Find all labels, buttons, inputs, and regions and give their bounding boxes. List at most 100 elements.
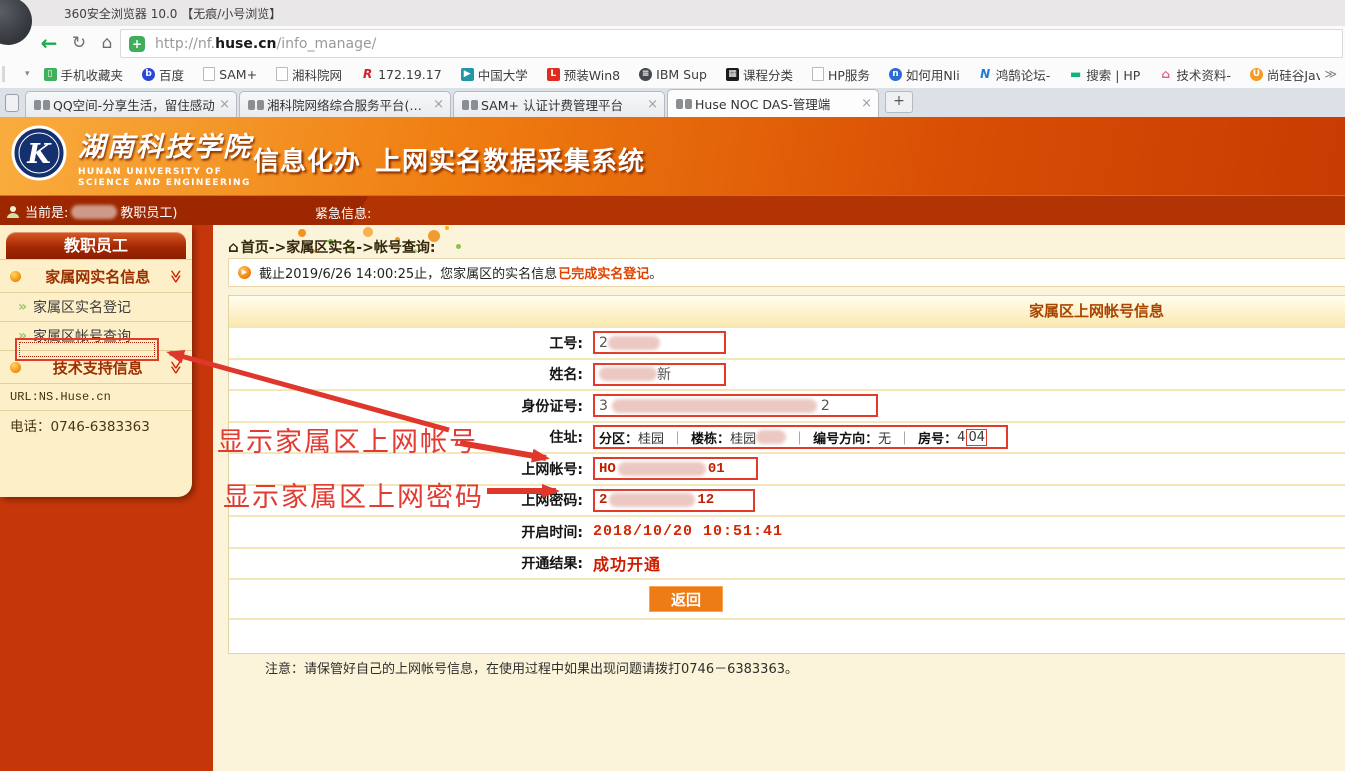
address-value: 4 bbox=[957, 430, 965, 445]
id-number-box: 32 bbox=[593, 394, 878, 417]
school-en-line1: HUNAN UNIVERSITY OF bbox=[78, 167, 252, 178]
sidebar-item-realname-register[interactable]: » 家属区实名登记 bbox=[0, 292, 192, 321]
value-visible: 2 bbox=[821, 398, 830, 414]
chevron-down-icon: ≫ bbox=[165, 269, 185, 283]
browser-tab[interactable]: SAM+ 认证计费管理平台 × bbox=[453, 91, 665, 117]
value-visible: 新 bbox=[657, 364, 671, 384]
bookmark-item[interactable]: R172.19.17 bbox=[361, 67, 442, 82]
address-key: 分区： bbox=[599, 428, 638, 447]
bookmarks-bar: ▾ ▯手机收藏夹 b 百度 SAM+ 湘科院网 R172.19.17 ▶中国大学 L预装Win… bbox=[0, 60, 1345, 89]
redacted-username bbox=[71, 205, 117, 219]
button-row: 返回 bbox=[229, 578, 1345, 618]
table-row-internet-account: 上网帐号: HO01 bbox=[229, 452, 1345, 484]
flag-icon: ▶ bbox=[461, 68, 474, 81]
browser-toolbar: ← ↻ ⌂ + http://nf.huse.cn/info_manage/ bbox=[0, 26, 1345, 60]
svg-text:K: K bbox=[26, 139, 52, 170]
bookmark-label: 百度 bbox=[159, 65, 184, 84]
bookmark-item[interactable]: n如何用Nli bbox=[889, 65, 960, 84]
bookmark-item[interactable]: ▯手机收藏夹 bbox=[44, 65, 124, 84]
bookmark-label: 172.19.17 bbox=[378, 67, 442, 82]
close-icon[interactable]: × bbox=[647, 97, 658, 112]
main-content: ⌂首页->家属区实名->帐号查询: ▶ 截止2019/6/26 14:00:25… bbox=[213, 225, 1345, 771]
address-key: 楼栋： bbox=[691, 428, 730, 447]
new-tab-button[interactable]: + bbox=[885, 91, 913, 113]
bullet-icon bbox=[10, 362, 21, 373]
address-bar[interactable]: + http://nf.huse.cn/info_manage/ bbox=[120, 29, 1343, 58]
bookmark-item[interactable]: b 百度 bbox=[142, 65, 184, 84]
browser-tab[interactable]: 湘科院网络综合服务平台(测试) × bbox=[239, 91, 451, 117]
house-icon: ⌂ bbox=[1159, 68, 1172, 81]
address-key: 房号： bbox=[918, 428, 957, 447]
baidu-icon: b bbox=[142, 68, 155, 81]
tab-favicon-icon bbox=[34, 100, 41, 110]
bookmark-item[interactable]: L预装Win8 bbox=[547, 65, 620, 84]
bookmark-item[interactable]: N鸿鹄论坛- bbox=[979, 65, 1051, 84]
school-name-english: HUNAN UNIVERSITY OF SCIENCE AND ENGINEER… bbox=[78, 167, 252, 189]
user-status-bar: 当前是: 教职员工) 紧急信息: bbox=[0, 195, 1345, 225]
close-icon[interactable]: × bbox=[861, 96, 872, 111]
back-icon[interactable]: ← bbox=[36, 30, 62, 56]
mobile-view-icon[interactable] bbox=[5, 94, 19, 112]
bookmark-label: 搜索 | HP bbox=[1086, 65, 1140, 84]
table-row-name: 姓名: 新 bbox=[229, 358, 1345, 390]
refresh-icon[interactable]: ↻ bbox=[66, 30, 92, 56]
url-text[interactable]: http://nf.huse.cn/info_manage/ bbox=[155, 36, 376, 52]
sidebar-background: 教职员工 家属网实名信息 ≫ » 家属区实名登记 » 家属区帐号查询 技术支持信… bbox=[0, 225, 213, 771]
bookmark-label: 鸿鹄论坛- bbox=[996, 65, 1051, 84]
bookmark-label: 湘科院网 bbox=[292, 65, 342, 84]
browser-tab[interactable]: QQ空间-分享生活，留住感动 × bbox=[25, 91, 237, 117]
home-icon[interactable]: ⌂ bbox=[94, 30, 120, 56]
table-title: 家属区上网帐号信息 bbox=[229, 296, 1345, 326]
page-icon bbox=[203, 67, 215, 81]
bookmark-item[interactable]: ≡IBM Sup bbox=[639, 67, 707, 82]
bookmark-item[interactable]: ⌂技术资料- bbox=[1159, 65, 1231, 84]
bookmark-item[interactable]: HP服务 bbox=[812, 65, 870, 84]
bookmark-item[interactable]: SAM+ bbox=[203, 67, 257, 82]
browser-tab[interactable]: Huse NOC DAS-管理端 × bbox=[667, 89, 879, 117]
form-label: 上网密码: bbox=[229, 490, 589, 510]
tab-title: 湘科院网络综合服务平台(测试) bbox=[267, 95, 429, 114]
play-bullet-icon: ▶ bbox=[238, 266, 251, 279]
internet-account-box: HO01 bbox=[593, 457, 758, 480]
bookmark-item[interactable]: ▦课程分类 bbox=[726, 65, 793, 84]
section-label: 技术支持信息 bbox=[27, 357, 168, 378]
value-visible: 2 bbox=[599, 492, 607, 508]
table-row-employee-id: 工号: 2 bbox=[229, 326, 1345, 358]
bookmark-item[interactable]: ▬搜索 | HP bbox=[1069, 65, 1140, 84]
redacted-value bbox=[609, 493, 695, 507]
tab-title: QQ空间-分享生活，留住感动 bbox=[53, 95, 215, 114]
site-safety-shield-icon[interactable]: + bbox=[129, 36, 145, 52]
bookmark-item[interactable]: ▶中国大学 bbox=[461, 65, 528, 84]
department-name: 信息化办 bbox=[253, 147, 361, 177]
close-icon[interactable]: × bbox=[219, 97, 230, 112]
arrow-right-icon: » bbox=[18, 328, 27, 344]
tab-title: Huse NOC DAS-管理端 bbox=[695, 94, 857, 113]
item-label: 家属区实名登记 bbox=[33, 297, 131, 317]
form-label: 身份证号: bbox=[229, 396, 589, 416]
room-number-box: 04 bbox=[966, 429, 987, 446]
tab-title: SAM+ 认证计费管理平台 bbox=[481, 95, 643, 114]
tab-favicon-icon bbox=[248, 100, 255, 110]
bookmarks-overflow-icon[interactable]: ≫ bbox=[1324, 67, 1337, 81]
form-label: 姓名: bbox=[229, 364, 589, 384]
bookmark-item[interactable]: U尚硅谷Jav bbox=[1250, 65, 1321, 84]
form-label: 工号: bbox=[229, 333, 589, 353]
return-button[interactable]: 返回 bbox=[649, 586, 723, 612]
bookmark-item[interactable]: 湘科院网 bbox=[276, 65, 342, 84]
tabs: QQ空间-分享生活，留住感动×湘科院网络综合服务平台(测试)×SAM+ 认证计费… bbox=[25, 89, 881, 117]
bookmarks-panel-icon[interactable] bbox=[2, 66, 25, 82]
sidebar-item-account-query[interactable]: » 家属区帐号查询 bbox=[0, 321, 192, 350]
system-name: 上网实名数据采集系统 bbox=[375, 147, 645, 177]
bookmark-label: 预装Win8 bbox=[564, 65, 620, 84]
sidebar-section-tech-support[interactable]: 技术支持信息 ≫ bbox=[0, 350, 192, 383]
bookmarks-dropdown-icon[interactable]: ▾ bbox=[25, 69, 30, 79]
school-en-line2: SCIENCE AND ENGINEERING bbox=[78, 178, 252, 189]
sidebar-section-family-network[interactable]: 家属网实名信息 ≫ bbox=[0, 259, 192, 292]
address-value: 无 bbox=[878, 428, 891, 447]
page-header: K 湖南科技学院 HUNAN UNIVERSITY OF SCIENCE AND… bbox=[0, 117, 1345, 195]
item-label: 家属区帐号查询 bbox=[33, 326, 131, 346]
bookmarks-bar-items: ▯手机收藏夹 b 百度 SAM+ 湘科院网 R172.19.17 ▶中国大学 L预装Win8 ≡… bbox=[44, 65, 1321, 84]
open-time-value: 2018/10/20 10:51:41 bbox=[593, 523, 783, 540]
notice-text: 截止2019/6/26 14:00:25止，您家属区的实名信息 bbox=[259, 263, 557, 282]
close-icon[interactable]: × bbox=[433, 97, 444, 112]
